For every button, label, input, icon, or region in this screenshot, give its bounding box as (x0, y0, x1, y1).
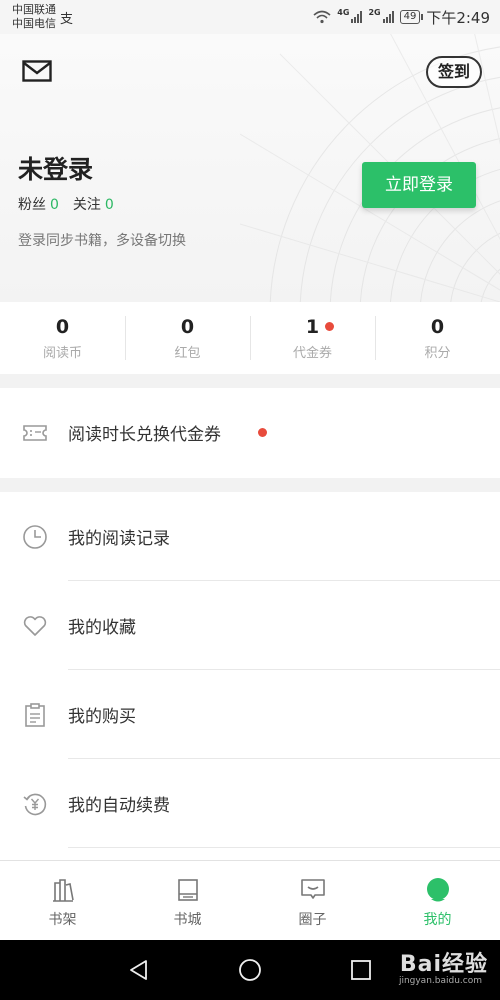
back-icon[interactable] (127, 958, 151, 982)
notification-dot (325, 322, 334, 331)
ticket-icon (23, 424, 47, 441)
sync-hint: 登录同步书籍，多设备切换 (18, 233, 186, 249)
menu-list: 我的阅读记录 我的收藏 我的购买 我的自动续费 (0, 492, 500, 860)
carrier-2: 中国电信 (12, 17, 56, 30)
network-type-1: 4G (337, 7, 350, 17)
stat-reading-coins[interactable]: 0 阅读币 (0, 316, 125, 361)
wifi-icon (313, 10, 331, 24)
stat-label: 积分 (424, 346, 451, 361)
yuan-renew-icon (23, 793, 47, 815)
mail-icon[interactable] (22, 60, 52, 82)
tab-bookstore[interactable]: 书城 (125, 861, 250, 940)
stat-red-packets[interactable]: 0 红包 (125, 316, 250, 361)
home-icon[interactable] (238, 958, 262, 982)
tab-community[interactable]: 圈子 (250, 861, 375, 940)
alipay-icon: 支 (60, 12, 74, 27)
menu-item-purchases[interactable]: 我的购买 (0, 670, 500, 759)
stat-label: 阅读币 (42, 346, 82, 361)
tab-label: 书城 (173, 912, 202, 928)
signin-button[interactable]: 签到 (425, 56, 482, 88)
tab-label: 书架 (48, 912, 77, 928)
follow-label: 关注 (72, 197, 101, 213)
watermark-url: jingyan.baidu.com (398, 976, 482, 986)
stat-points[interactable]: 0 积分 (375, 316, 500, 361)
carrier-1: 中国联通 (12, 3, 56, 16)
menu-item-reading-history[interactable]: 我的阅读记录 (0, 492, 500, 581)
stat-label: 红包 (174, 346, 201, 361)
clock-time: 下午2:49 (426, 8, 490, 27)
stat-value: 0 (180, 316, 195, 338)
follow-count: 0 (104, 197, 114, 213)
notification-dot (258, 428, 267, 437)
follow-stats: 粉丝 0 关注 0 (18, 194, 114, 214)
voucher-exchange-label: 阅读时长兑换代金券 (68, 425, 221, 445)
fans-label: 粉丝 (18, 197, 46, 213)
clipboard-icon (25, 702, 45, 727)
voucher-exchange-section: 阅读时长兑换代金券 (0, 388, 500, 478)
menu-item-favorites[interactable]: 我的收藏 (0, 581, 500, 670)
fans-stat[interactable]: 粉丝 0 (18, 194, 59, 214)
tab-profile[interactable]: 我的 (375, 861, 500, 940)
stat-value: 1 (305, 316, 320, 338)
menu-item-label: 我的购买 (68, 707, 136, 727)
menu-item-label: 我的自动续费 (68, 796, 170, 816)
bookshelf-icon (52, 879, 74, 902)
profile-icon (426, 878, 449, 902)
recents-icon[interactable] (349, 958, 373, 982)
stat-value: 0 (430, 316, 445, 338)
tab-bookshelf[interactable]: 书架 (0, 861, 125, 940)
stat-vouchers[interactable]: 1 代金券 (250, 316, 375, 361)
login-button[interactable]: 立即登录 (362, 162, 476, 208)
signal-icon-1 (351, 11, 363, 23)
stat-label: 代金券 (292, 346, 332, 361)
menu-item-label: 我的阅读记录 (68, 529, 170, 549)
network-type-2: 2G (368, 7, 381, 17)
stat-value: 0 (55, 316, 70, 338)
menu-item-auto-renew[interactable]: 我的自动续费 (0, 759, 500, 848)
battery-indicator: 49 (399, 10, 424, 24)
voucher-exchange-item[interactable]: 阅读时长兑换代金券 (0, 388, 500, 477)
wallet-stats: 0 阅读币 0 红包 1 代金券 0 积分 (0, 302, 500, 374)
carrier-info: 中国联通 中国电信 (12, 3, 56, 31)
chat-icon (300, 879, 325, 899)
tab-label: 我的 (423, 912, 452, 928)
bookstore-icon (177, 879, 198, 901)
follow-stat[interactable]: 关注 0 (73, 194, 114, 214)
bottom-tab-bar: 书架 书城 圈子 我的 (0, 860, 500, 940)
tab-label: 圈子 (298, 912, 327, 928)
divider (68, 847, 500, 848)
heart-icon (23, 615, 47, 636)
fans-count: 0 (50, 197, 59, 213)
system-nav-bar: Bai经验 jingyan.baidu.com (0, 940, 500, 1000)
watermark-logo: Bai经验 (399, 952, 488, 977)
menu-item-label: 我的收藏 (68, 618, 136, 638)
signal-icon-2 (382, 11, 394, 23)
clock-icon (23, 524, 47, 549)
profile-header: 签到 未登录 粉丝 0 关注 0 登录同步书籍，多设备切换 立即登录 (0, 34, 500, 302)
status-bar: 中国联通 中国电信 支 4G 2G 49 下午2:49 (0, 0, 500, 34)
user-name[interactable]: 未登录 (18, 150, 93, 186)
